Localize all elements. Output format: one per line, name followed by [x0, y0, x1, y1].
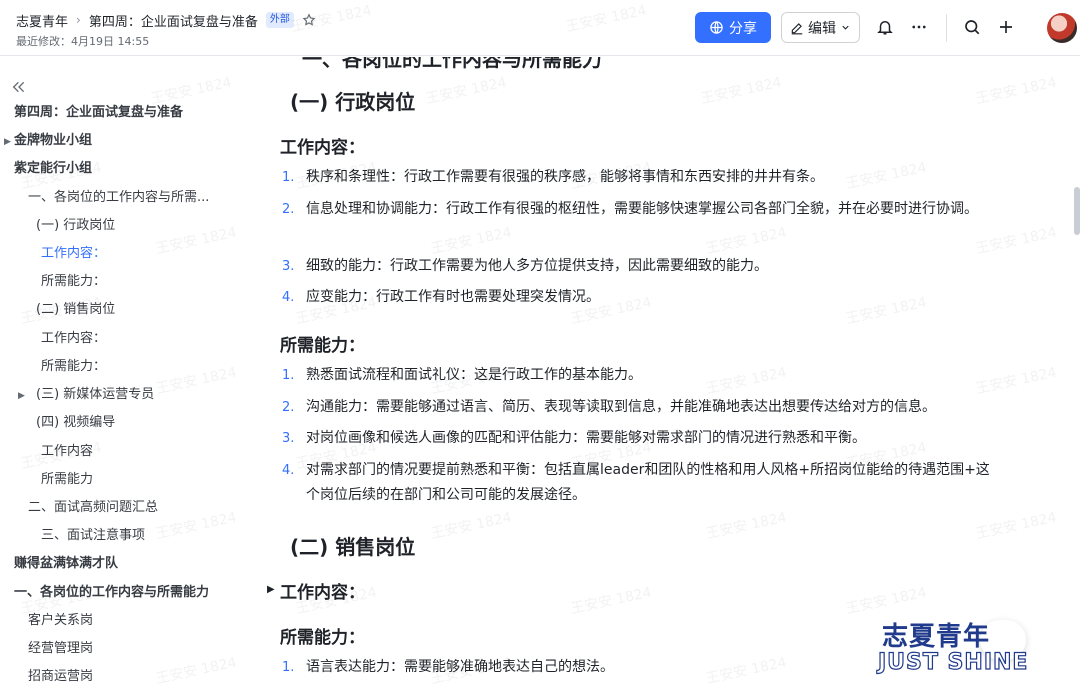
- toc-item[interactable]: (二) 销售岗位: [36, 301, 115, 319]
- logo-text-en: JUST SHINE: [877, 649, 1029, 675]
- subheading-sales-work[interactable]: 工作内容：: [280, 578, 365, 603]
- caret-right-icon[interactable]: ▶: [4, 137, 11, 147]
- toc-item[interactable]: 第四周：企业面试复盘与准备: [14, 104, 183, 122]
- edit-button[interactable]: 编辑: [781, 12, 860, 43]
- breadcrumb: 志夏青年 › 第四周：企业面试复盘与准备 外部: [16, 10, 316, 30]
- last-modified-text: 最近修改：4月19日 14:55: [16, 35, 150, 48]
- list-number: 1.: [282, 660, 295, 675]
- toc-item[interactable]: (三) 新媒体运营专员: [36, 386, 154, 404]
- more-icon[interactable]: [908, 16, 930, 38]
- top-bar: 志夏青年 › 第四周：企业面试复盘与准备 外部 最近修改：4月19日 14:55…: [0, 0, 1080, 56]
- share-label: 分享: [729, 20, 757, 37]
- list-item: 2. 信息处理和协调能力：行政工作有很强的枢纽性，需要能够快速掌握公司各部门全貌…: [282, 197, 1002, 222]
- toolbar-divider: [946, 14, 947, 42]
- toc-item[interactable]: 一、各岗位的工作内容与所需...: [28, 189, 209, 207]
- avatar[interactable]: [1047, 13, 1077, 43]
- list-number: 3.: [282, 431, 295, 446]
- page-title[interactable]: 第四周：企业面试复盘与准备: [89, 11, 258, 30]
- toc-item[interactable]: 招商运营岗: [28, 668, 93, 686]
- section-title-sales: (二) 销售岗位: [290, 535, 416, 559]
- list-text: 秩序和条理性：行政工作需要有很强的秩序感，能够将事情和东西安排的井井有条。: [306, 169, 824, 185]
- brand-logo: 志夏青年 JUST SHINE: [877, 616, 1063, 680]
- toc-item[interactable]: 二、面试高频问题汇总: [28, 499, 158, 517]
- outline-sidebar: 第四周：企业面试复盘与准备 ▶ 金牌物业小组 紫定能行小组 一、各岗位的工作内容…: [0, 57, 250, 689]
- list-item: 3. 对岗位画像和候选人画像的匹配和评估能力：需要能够对需求部门的情况进行熟悉和…: [282, 426, 1002, 451]
- chevron-down-icon: [840, 22, 851, 33]
- section-heading-partial: 一、各岗位的工作内容与所需能力: [302, 57, 602, 71]
- globe-icon: [709, 20, 724, 35]
- list-number: 3.: [282, 259, 295, 274]
- toc-item-active[interactable]: 工作内容：: [41, 245, 106, 263]
- toc-item[interactable]: 客户关系岗: [28, 612, 93, 630]
- list-text: 细致的能力：行政工作需要为他人多方位提供支持，因此需要细致的能力。: [306, 258, 768, 274]
- list-text: 对需求部门的情况要提前熟悉和平衡：包括直属leader和团队的性格和用人风格+所…: [306, 462, 990, 503]
- share-button[interactable]: 分享: [695, 12, 771, 43]
- list-item: 2. 沟通能力：需要能够通过语言、简历、表现等读取到信息，并能准确地表达出想要传…: [282, 395, 1002, 420]
- list-text: 沟通能力：需要能够通过语言、简历、表现等读取到信息，并能准确地表达出想要传达给对…: [306, 399, 936, 415]
- list-number: 4.: [282, 290, 295, 305]
- toc-item[interactable]: 所需能力：: [41, 273, 106, 291]
- section-title-admin: (一) 行政岗位: [290, 90, 416, 114]
- list-number: 2.: [282, 400, 295, 415]
- toc-item[interactable]: 所需能力: [41, 471, 93, 489]
- bell-icon[interactable]: [874, 16, 896, 38]
- list-number: 1.: [282, 368, 295, 383]
- list-item: 3. 细致的能力：行政工作需要为他人多方位提供支持，因此需要细致的能力。: [282, 254, 1002, 279]
- list-text: 对岗位画像和候选人画像的匹配和评估能力：需要能够对需求部门的情况进行熟悉和平衡。: [306, 430, 866, 446]
- list-number: 4.: [282, 463, 295, 478]
- toc-item[interactable]: 所需能力：: [41, 358, 106, 376]
- list-number: 1.: [282, 170, 295, 185]
- list-text: 应变能力：行政工作有时也需要处理突发情况。: [306, 289, 600, 305]
- logo-text-cn: 志夏青年: [882, 622, 991, 652]
- subheading-sales-ability: 所需能力：: [280, 628, 365, 648]
- plus-icon[interactable]: [995, 16, 1017, 38]
- caret-right-icon[interactable]: ▶: [18, 391, 25, 401]
- edit-label: 编辑: [808, 20, 836, 37]
- caret-right-icon[interactable]: ▶: [267, 584, 275, 595]
- collapse-sidebar-icon[interactable]: [11, 79, 29, 95]
- toc-item[interactable]: 金牌物业小组: [14, 132, 92, 150]
- scrollbar[interactable]: [1074, 187, 1080, 235]
- subheading-work: 工作内容：: [280, 138, 365, 158]
- toc-item[interactable]: 赚得盆满钵满才队: [14, 555, 118, 573]
- list-text: 熟悉面试流程和面试礼仪：这是行政工作的基本能力。: [306, 367, 642, 383]
- breadcrumb-space[interactable]: 志夏青年: [16, 11, 68, 30]
- toc-item[interactable]: 一、各岗位的工作内容与所需能力: [14, 584, 209, 602]
- list-item: 4. 对需求部门的情况要提前熟悉和平衡：包括直属leader和团队的性格和用人风…: [282, 458, 1002, 508]
- toc-item[interactable]: 经营管理岗: [28, 640, 93, 658]
- list-item: 1. 熟悉面试流程和面试礼仪：这是行政工作的基本能力。: [282, 363, 1002, 388]
- toc-item[interactable]: (一) 行政岗位: [36, 217, 115, 235]
- subheading-ability: 所需能力：: [280, 336, 365, 356]
- toc-item[interactable]: 三、面试注意事项: [41, 527, 145, 545]
- toc-item[interactable]: (四) 视频编导: [36, 414, 115, 432]
- list-text: 信息处理和协调能力：行政工作有很强的枢纽性，需要能够快速掌握公司各部门全貌，并在…: [306, 201, 978, 217]
- toc-item[interactable]: 紫定能行小组: [14, 160, 92, 178]
- search-icon[interactable]: [961, 16, 983, 38]
- pencil-icon: [790, 21, 804, 35]
- document-body: 一、各岗位的工作内容与所需能力 (一) 行政岗位 工作内容： 1. 秩序和条理性…: [250, 57, 1080, 689]
- toc-item[interactable]: 工作内容: [41, 443, 93, 461]
- list-item: 4. 应变能力：行政工作有时也需要处理突发情况。: [282, 285, 1002, 310]
- list-number: 2.: [282, 202, 295, 217]
- external-badge: 外部: [265, 12, 294, 28]
- star-icon[interactable]: [302, 13, 316, 27]
- toc-item[interactable]: 工作内容：: [41, 330, 106, 348]
- list-item: 1. 秩序和条理性：行政工作需要有很强的秩序感，能够将事情和东西安排的井井有条。: [282, 165, 1002, 190]
- chevron-right-icon: ›: [76, 13, 81, 27]
